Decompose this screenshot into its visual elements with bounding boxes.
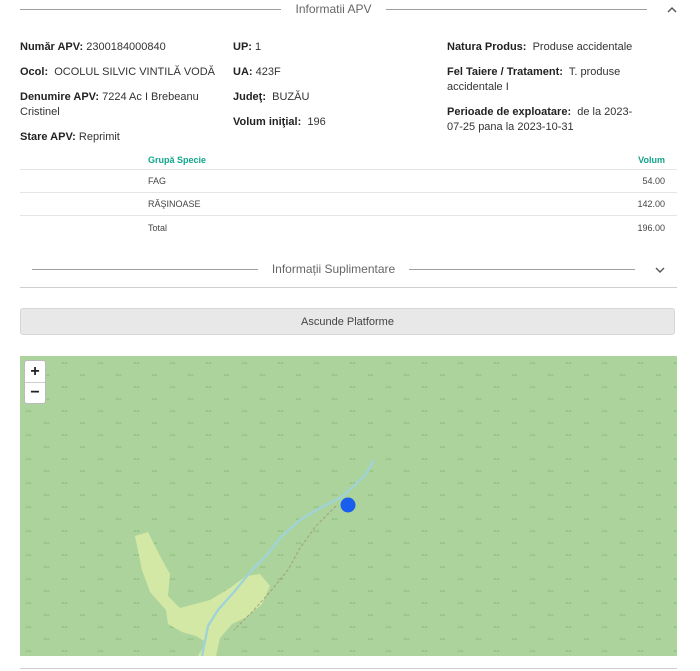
cell-volum: 142.00 [637,199,665,209]
divider [20,287,677,288]
chevron-down-icon[interactable] [635,262,665,276]
location-marker[interactable] [340,497,356,513]
field-perioade: Perioade de exploatare: de la 2023-07-25… [447,106,633,133]
table-row-total: Total 196.00 [20,216,677,239]
cell-grupa-specie: Total [148,222,168,233]
divider [385,8,647,10]
zoom-out-button[interactable]: − [25,382,45,403]
cell-volum: 196.00 [637,222,665,233]
field-fel-taiere: Fel Taiere / Tratament: T. produse accid… [447,66,621,93]
field-volum-initial: Volum iniţial: 196 [233,116,326,128]
table-row: RĂŞINOASE 142.00 [20,193,677,216]
field-judet: Judeţ: BUZĂU [233,91,310,103]
section-title: Informații Suplimentare [271,262,396,276]
cell-volum: 54.00 [642,176,665,186]
info-column-3: Natura Produs: Produse accidentale Fel T… [447,40,647,145]
chevron-up-icon[interactable] [647,2,677,16]
map-canvas[interactable] [20,356,677,656]
section-header-informatii-apv[interactable]: Informatii APV [20,0,677,18]
cell-grupa-specie: FAG [148,176,167,186]
field-natura-produs: Natura Produs: Produse accidentale [447,41,633,53]
section-title: Informatii APV [295,2,372,16]
table-header-row: Grupă Specie Volum [20,150,677,170]
map-view[interactable]: + − [20,356,677,656]
hide-platforms-button[interactable]: Ascunde Platforme [20,308,675,335]
cell-grupa-specie: RĂŞINOASE [148,199,201,209]
field-denumire-apv: Denumire APV: 7224 Ac I Brebeanu Cristin… [20,91,199,118]
info-column-1: Număr APV: 2300184000840 Ocol: OCOLUL SI… [20,40,220,155]
field-up: UP: 1 [233,41,262,53]
divider [32,268,258,270]
field-stare-apv: Stare APV: Reprimit [20,131,120,143]
zoom-in-button[interactable]: + [25,361,45,382]
species-table: Grupă Specie Volum FAG 54.00 RĂŞINOASE 1… [20,150,677,239]
column-header-volum: Volum [638,154,665,165]
field-ocol: Ocol: OCOLUL SILVIC VINTILĂ VODĂ [20,66,216,78]
table-row: FAG 54.00 [20,170,677,193]
field-ua: UA: 423F [233,66,281,78]
zoom-control: + − [24,360,46,404]
field-numar-apv: Număr APV: 2300184000840 [20,41,166,53]
divider [20,8,282,10]
section-header-informatii-suplimentare[interactable]: Informații Suplimentare [32,260,665,278]
column-header-grupa-specie: Grupă Specie [148,154,207,165]
info-column-2: UP: 1 UA: 423F Judeţ: BUZĂU Volum iniţia… [233,40,433,140]
divider [20,668,677,669]
divider [409,268,636,270]
